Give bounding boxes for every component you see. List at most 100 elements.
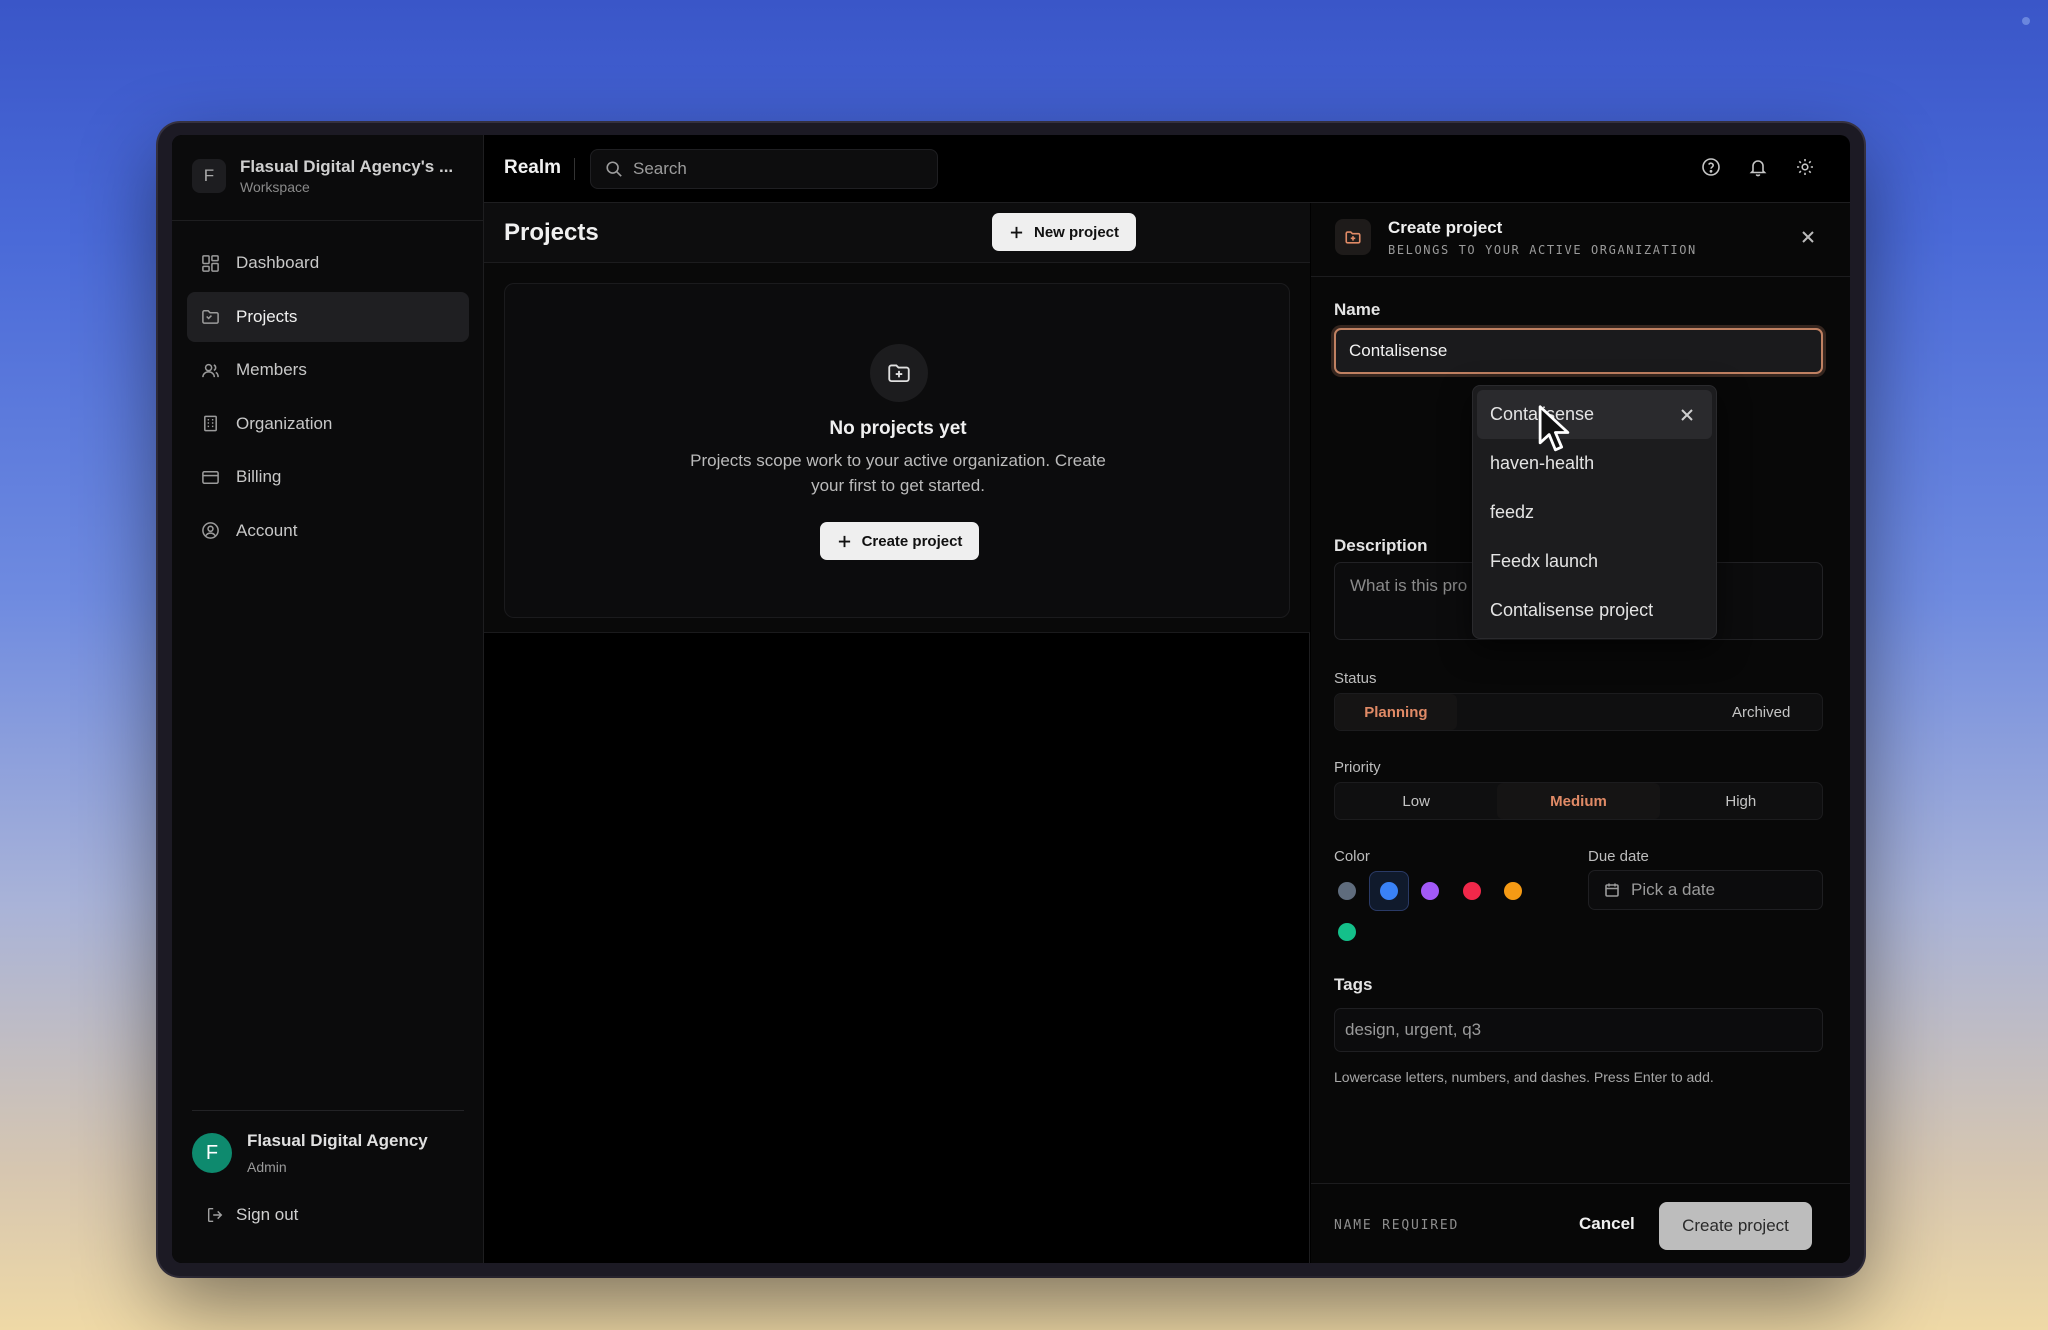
color-dot	[1338, 923, 1356, 941]
help-icon[interactable]	[1701, 157, 1721, 177]
panel-header: Create project BELONGS TO YOUR ACTIVE OR…	[1311, 203, 1850, 277]
status-option[interactable]	[1457, 694, 1579, 730]
status-option-archived[interactable]: Archived	[1700, 694, 1822, 730]
calendar-icon	[1605, 883, 1619, 897]
autocomplete-item[interactable]: Contalisense	[1477, 390, 1712, 439]
top-actions	[1674, 157, 1815, 177]
sidebar-item-organization[interactable]: Organization	[187, 399, 469, 449]
color-dot	[1338, 882, 1356, 900]
sign-out-button[interactable]: Sign out	[206, 1205, 298, 1225]
mouse-cursor-icon	[1538, 405, 1570, 452]
color-dot	[1421, 882, 1439, 900]
status-label: Status	[1334, 670, 1377, 687]
empty-description: Projects scope work to your active organ…	[690, 451, 1106, 495]
priority-label: Priority	[1334, 759, 1381, 776]
divider	[574, 158, 575, 180]
priority-option-high[interactable]: High	[1660, 783, 1822, 819]
autocomplete-item[interactable]: haven-health	[1477, 439, 1712, 488]
autocomplete-label: haven-health	[1490, 453, 1595, 473]
brand-title: Realm	[504, 157, 562, 178]
autocomplete-item[interactable]: feedz	[1477, 488, 1712, 537]
sidebar-item-members[interactable]: Members	[187, 345, 469, 395]
divider	[172, 220, 484, 221]
building-icon	[204, 415, 217, 432]
empty-title: No projects yet	[829, 418, 967, 439]
color-dot	[1380, 882, 1398, 900]
top-bar: Realm Search	[484, 135, 1850, 203]
workspace-badge: F	[192, 159, 226, 193]
sidebar-item-label: Billing	[236, 467, 282, 486]
dashboard-icon	[202, 254, 219, 272]
create-project-button[interactable]: Create project	[820, 522, 979, 560]
autocomplete-label: feedz	[1490, 502, 1535, 522]
cancel-button[interactable]: Cancel	[1579, 1214, 1635, 1234]
priority-segmented: Low Medium High	[1334, 782, 1823, 820]
tags-hint: Lowercase letters, numbers, and dashes. …	[1334, 1069, 1714, 1085]
autocomplete-item[interactable]: Feedx launch	[1477, 537, 1712, 586]
search-input[interactable]: Search	[590, 149, 938, 189]
close-icon[interactable]	[1800, 229, 1816, 250]
color-swatch-orange[interactable]	[1493, 871, 1533, 911]
tags-label: Tags	[1334, 975, 1373, 994]
color-swatch-slate[interactable]	[1327, 871, 1367, 911]
color-dot	[1504, 882, 1522, 900]
status-option-planning[interactable]: Planning	[1335, 694, 1457, 730]
projects-body: No projects yet Projects scope work to y…	[484, 263, 1310, 633]
sidebar-item-projects[interactable]: Projects	[187, 291, 469, 342]
color-swatch-purple[interactable]	[1410, 871, 1450, 911]
sidebar-item-dashboard[interactable]: Dashboard	[187, 238, 469, 288]
sidebar-item-billing[interactable]: Billing	[187, 452, 469, 502]
status-option[interactable]	[1579, 694, 1701, 730]
color-swatch-blue[interactable]	[1369, 871, 1409, 911]
bell-icon[interactable]	[1748, 157, 1768, 177]
user-role: Admin	[247, 1159, 287, 1175]
workspace-switcher[interactable]: F Flasual Digital Agency's ... Workspace	[192, 157, 453, 195]
color-label: Color	[1334, 848, 1370, 865]
sidebar-item-account[interactable]: Account	[187, 506, 469, 556]
autocomplete-item[interactable]: Contalisense project	[1477, 586, 1712, 635]
users-icon	[202, 363, 219, 377]
folder-plus-icon	[1335, 219, 1371, 255]
app-window: F Flasual Digital Agency's ... Workspace…	[172, 135, 1850, 1263]
priority-option-low[interactable]: Low	[1335, 783, 1497, 819]
sidebar-item-label: Dashboard	[236, 253, 320, 272]
sign-out-label: Sign out	[236, 1205, 299, 1224]
sidebar-nav: Dashboard Projects Members Organization …	[187, 238, 469, 559]
folder-icon	[202, 310, 219, 324]
autocomplete-label: Feedx launch	[1490, 551, 1599, 571]
user-card[interactable]: F Flasual Digital Agency Admin	[192, 1131, 428, 1175]
tags-input[interactable]: design, urgent, q3	[1334, 1008, 1823, 1052]
autocomplete-dropdown: Contalisense haven-health feedz Feedx la…	[1472, 385, 1717, 639]
name-field[interactable]: Contalisense	[1334, 328, 1823, 374]
new-project-button[interactable]: New project	[992, 213, 1136, 251]
user-name: Flasual Digital Agency	[247, 1131, 428, 1150]
user-circle-icon	[202, 522, 219, 539]
sidebar-item-label: Members	[236, 360, 307, 379]
description-label: Description	[1334, 536, 1428, 555]
panel-footer: NAME REQUIRED Cancel Create project	[1311, 1183, 1850, 1263]
name-label: Name	[1334, 300, 1381, 319]
due-date-picker[interactable]: Pick a date	[1588, 870, 1823, 910]
color-swatch-red[interactable]	[1452, 871, 1492, 911]
search-icon	[606, 161, 622, 177]
page-header: Projects New project	[484, 203, 1310, 263]
panel-subtitle: BELONGS TO YOUR ACTIVE ORGANIZATION	[1388, 243, 1697, 257]
workspace-name: Flasual Digital Agency's ...	[240, 157, 454, 176]
new-project-label: New project	[1033, 223, 1120, 241]
due-date-label: Due date	[1588, 848, 1649, 865]
plus-icon	[1010, 226, 1023, 238]
sidebar-item-label: Account	[236, 520, 298, 540]
create-project-submit-button[interactable]: Create project	[1659, 1202, 1812, 1250]
card-icon	[202, 470, 219, 484]
sidebar-item-label: Projects	[236, 306, 298, 326]
create-project-panel: Create project BELONGS TO YOUR ACTIVE OR…	[1311, 203, 1850, 1263]
priority-option-medium[interactable]: Medium	[1497, 783, 1660, 819]
color-swatch-green[interactable]	[1327, 912, 1367, 952]
panel-title: Create project	[1388, 218, 1503, 237]
sidebar: F Flasual Digital Agency's ... Workspace…	[172, 135, 484, 1263]
close-icon[interactable]	[1680, 406, 1694, 427]
decorative-dot	[2022, 17, 2030, 25]
autocomplete-label: Contalisense project	[1490, 600, 1654, 620]
gear-icon[interactable]	[1795, 157, 1815, 177]
avatar: F	[192, 1133, 232, 1173]
